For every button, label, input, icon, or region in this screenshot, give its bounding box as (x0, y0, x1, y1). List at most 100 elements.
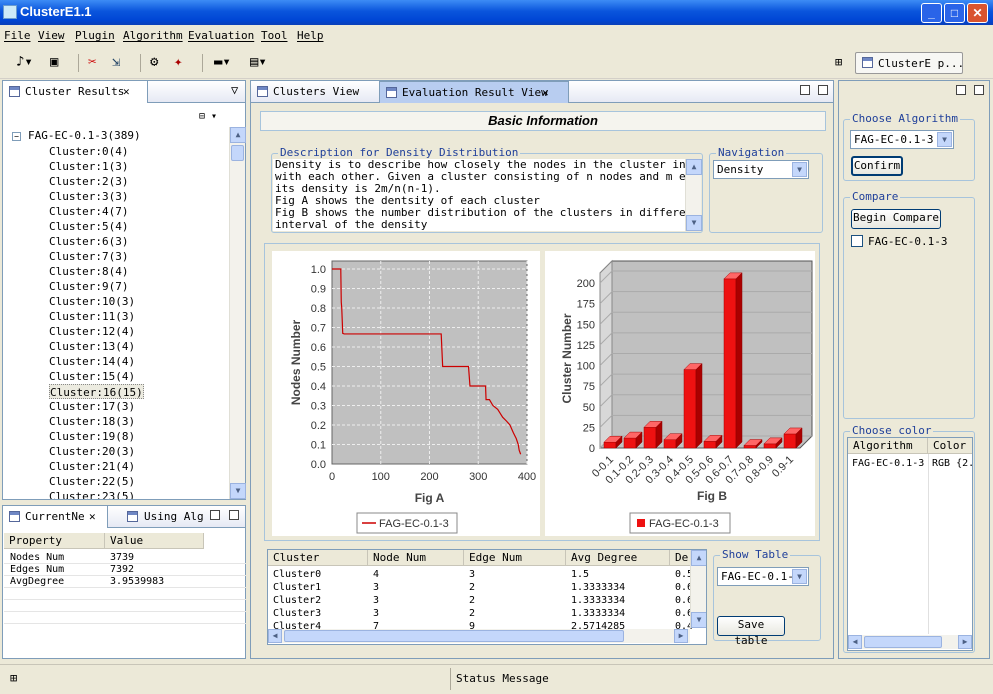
tree-item[interactable]: Cluster:6(3) (49, 234, 128, 249)
tree-item[interactable]: Cluster:16(15) (49, 384, 144, 399)
minimize-view-icon[interactable] (956, 85, 966, 95)
tree-item[interactable]: Cluster:18(3) (49, 414, 135, 429)
menu-algorithm[interactable]: Algorithm (123, 29, 183, 42)
table-vscrollbar[interactable]: ▲ ▼ (690, 550, 706, 628)
table-cell[interactable]: 2 (469, 594, 475, 607)
column-header[interactable]: Node Num (368, 550, 464, 566)
console-icon[interactable]: ▬▾ (214, 54, 231, 70)
table-cell[interactable]: 3 (469, 568, 475, 581)
maximize-button[interactable]: □ (944, 3, 965, 23)
tree-item[interactable]: Cluster:14(4) (49, 354, 135, 369)
close-button[interactable]: ✕ (967, 3, 988, 23)
tab-clusters-view[interactable]: Clusters View (251, 81, 376, 103)
table-cell[interactable]: 3 (373, 581, 379, 594)
scroll-down-icon[interactable]: ▼ (686, 215, 702, 231)
plugin-icon[interactable]: ✦ (174, 54, 182, 70)
save-icon[interactable]: ▣ (50, 54, 58, 70)
confirm-button[interactable]: Confirm (851, 156, 903, 176)
scroll-right-icon[interactable]: ▶ (958, 635, 972, 649)
settings-icon[interactable]: ⚙ (150, 54, 158, 70)
column-header[interactable]: Algorithm (848, 438, 928, 454)
tree-item[interactable]: Cluster:23(5) (49, 489, 135, 499)
tree-item[interactable]: Cluster:11(3) (49, 309, 135, 324)
table-cell[interactable]: 1.3333334 (571, 581, 625, 594)
maximize-view-icon[interactable] (229, 510, 239, 520)
dropdown-arrow-icon[interactable]: ▼ (792, 162, 807, 177)
tree-item[interactable]: Cluster:4(7) (49, 204, 128, 219)
scroll-left-icon[interactable]: ◀ (268, 629, 282, 643)
tree-item[interactable]: Cluster:5(4) (49, 219, 128, 234)
table-cell[interactable]: 1.3333334 (571, 607, 625, 620)
column-header[interactable]: Value (105, 533, 204, 549)
tree-item[interactable]: Cluster:12(4) (49, 324, 135, 339)
column-header[interactable]: Property (4, 533, 105, 549)
column-header[interactable]: Color (928, 438, 972, 454)
tree-item[interactable]: Cluster:21(4) (49, 459, 135, 474)
menu-tool[interactable]: Tool (261, 29, 288, 42)
tree-item[interactable]: Cluster:15(4) (49, 369, 135, 384)
scroll-up-icon[interactable]: ▲ (686, 159, 702, 175)
view-icon[interactable]: ▤▾ (250, 54, 267, 70)
table-cell[interactable]: Cluster3 (273, 607, 321, 620)
tree-root[interactable]: FAG-EC-0.1-3(389) (28, 129, 141, 142)
maximize-view-icon[interactable] (974, 85, 984, 95)
table-cell[interactable]: 2 (469, 581, 475, 594)
scroll-down-icon[interactable]: ▼ (691, 612, 706, 628)
scroll-up-icon[interactable]: ▲ (230, 127, 246, 143)
maximize-view-icon[interactable] (818, 85, 828, 95)
tab-current-network[interactable]: CurrentNe ✕ (3, 506, 108, 528)
collapse-all-icon[interactable]: ⊟ ▾ (199, 111, 217, 122)
table-hscrollbar[interactable]: ◀ ▶ (268, 629, 690, 643)
tree-item[interactable]: Cluster:0(4) (49, 144, 128, 159)
tree-scrollbar[interactable]: ▲ ▼ (229, 127, 246, 499)
scroll-thumb[interactable] (864, 636, 942, 648)
scroll-thumb[interactable] (231, 145, 244, 161)
dropdown-arrow-icon[interactable]: ▼ (937, 132, 952, 147)
menu-plugin[interactable]: Plugin (75, 29, 115, 42)
compare-checkbox[interactable] (851, 235, 863, 247)
view-menu-icon[interactable]: ▽ (231, 83, 238, 97)
perspective-switcher[interactable]: ClusterE p... (855, 52, 964, 74)
color-value-cell[interactable]: RGB {2. (932, 457, 972, 470)
table-cell[interactable]: 4 (373, 568, 379, 581)
begin-compare-button[interactable]: Begin Compare (851, 209, 941, 229)
collapse-toggle-icon[interactable]: − (12, 132, 21, 141)
scroll-up-icon[interactable]: ▲ (691, 550, 706, 566)
dropdown-arrow-icon[interactable]: ▼ (792, 569, 807, 584)
algorithm-select[interactable]: FAG-EC-0.1-3 ▼ (850, 130, 954, 149)
tree-item[interactable]: Cluster:2(3) (49, 174, 128, 189)
tree-item[interactable]: Cluster:13(4) (49, 339, 135, 354)
tab-evaluation-result[interactable]: Evaluation Result View ✕ (379, 81, 569, 103)
tree-item[interactable]: Cluster:20(3) (49, 444, 135, 459)
close-tab-icon[interactable]: ✕ (123, 85, 130, 98)
table-cell[interactable]: Cluster2 (273, 594, 321, 607)
table-cell[interactable]: 3 (373, 594, 379, 607)
table-cell[interactable]: 2 (469, 607, 475, 620)
close-tab-icon[interactable]: ✕ (542, 86, 549, 99)
navigation-select[interactable]: Density ▼ (713, 160, 809, 179)
table-cell[interactable]: Cluster0 (273, 568, 321, 581)
column-header[interactable]: Edge Num (464, 550, 566, 566)
import-icon[interactable]: ♪▾ (16, 54, 33, 70)
fast-view-icon[interactable]: ⊞ (10, 671, 17, 685)
scroll-right-icon[interactable]: ▶ (674, 629, 688, 643)
scroll-down-icon[interactable]: ▼ (230, 483, 246, 499)
table-cell[interactable]: 1.3333334 (571, 594, 625, 607)
export-icon[interactable]: ⇲ (112, 54, 120, 70)
tree-item[interactable]: Cluster:8(4) (49, 264, 128, 279)
menu-evaluation[interactable]: Evaluation (188, 29, 254, 42)
save-table-button[interactable]: Save table (717, 616, 785, 647)
menu-view[interactable]: View (38, 29, 65, 42)
tree-item[interactable]: Cluster:17(3) (49, 399, 135, 414)
scroll-left-icon[interactable]: ◀ (848, 635, 862, 649)
minimize-view-icon[interactable] (210, 510, 220, 520)
color-hscrollbar[interactable]: ◀ ▶ (848, 635, 972, 649)
open-perspective-icon[interactable]: ⊞ (835, 54, 842, 70)
minimize-button[interactable]: _ (921, 3, 942, 23)
tree-item[interactable]: Cluster:1(3) (49, 159, 128, 174)
column-header[interactable]: Avg Degree (566, 550, 670, 566)
table-cell[interactable]: Cluster1 (273, 581, 321, 594)
tab-cluster-results[interactable]: Cluster Results ✕ (3, 81, 148, 103)
minimize-view-icon[interactable] (800, 85, 810, 95)
menu-help[interactable]: Help (297, 29, 324, 42)
